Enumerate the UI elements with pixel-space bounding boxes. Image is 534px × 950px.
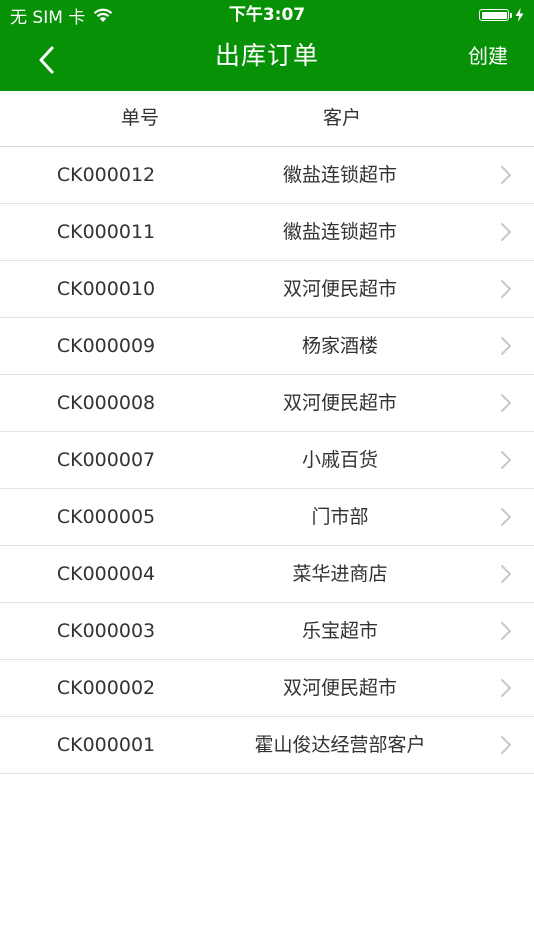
- bolt-icon: [515, 8, 524, 22]
- chevron-right-icon: [501, 166, 511, 184]
- chevron-right-icon: [501, 223, 511, 241]
- table-row[interactable]: CK000003 乐宝超市: [0, 603, 534, 660]
- status-time: 下午3:07: [228, 5, 306, 25]
- order-number: CK000001: [56, 734, 156, 756]
- customer-name: 霍山俊达经营部客户: [254, 734, 426, 756]
- customer-name: 菜华进商店: [292, 563, 388, 585]
- status-bar: 无 SIM 卡 下午3:07: [0, 0, 534, 30]
- customer-name: 徽盐连锁超市: [282, 221, 397, 243]
- table-row[interactable]: CK000002 双河便民超市: [0, 660, 534, 717]
- table-row[interactable]: CK000012 徽盐连锁超市: [0, 147, 534, 204]
- customer-name: 杨家酒楼: [301, 335, 378, 357]
- order-number: CK000007: [56, 449, 156, 471]
- status-right: [479, 7, 524, 23]
- chevron-right-icon: [501, 736, 511, 754]
- chevron-right-icon: [501, 280, 511, 298]
- table-row[interactable]: CK000008 双河便民超市: [0, 375, 534, 432]
- battery-icon: [479, 9, 512, 21]
- order-number: CK000009: [56, 335, 156, 357]
- customer-name: 双河便民超市: [282, 278, 397, 300]
- table-header: 单号 客户: [0, 91, 534, 147]
- chevron-right-icon: [501, 394, 511, 412]
- table-row[interactable]: CK000001 霍山俊达经营部客户: [0, 717, 534, 774]
- battery-fill: [481, 11, 507, 19]
- customer-name: 门市部: [311, 506, 369, 528]
- table-row[interactable]: CK000010 双河便民超市: [0, 261, 534, 318]
- order-number: CK000003: [56, 620, 156, 642]
- order-number: CK000005: [56, 506, 156, 528]
- chevron-right-icon: [501, 337, 511, 355]
- customer-name: 双河便民超市: [282, 677, 397, 699]
- order-number: CK000002: [56, 677, 156, 699]
- chevron-right-icon: [501, 565, 511, 583]
- nav-bar: 出库订单 创建: [0, 30, 534, 91]
- order-number: CK000010: [56, 278, 156, 300]
- order-number: CK000008: [56, 392, 156, 414]
- chevron-right-icon: [501, 679, 511, 697]
- chevron-right-icon: [501, 451, 511, 469]
- table-row[interactable]: CK000005 门市部: [0, 489, 534, 546]
- chevron-right-icon: [501, 622, 511, 640]
- chevron-right-icon: [501, 508, 511, 526]
- customer-name: 徽盐连锁超市: [282, 164, 397, 186]
- table-row[interactable]: CK000004 菜华进商店: [0, 546, 534, 603]
- header-customer: 客户: [322, 107, 361, 129]
- table-row[interactable]: CK000007 小戚百货: [0, 432, 534, 489]
- order-number: CK000004: [56, 563, 156, 585]
- table-row[interactable]: CK000011 徽盐连锁超市: [0, 204, 534, 261]
- order-number: CK000012: [56, 164, 156, 186]
- customer-name: 双河便民超市: [282, 392, 397, 414]
- order-number: CK000011: [56, 221, 156, 243]
- page-title: 出库订单: [214, 41, 319, 70]
- create-button[interactable]: 创建: [468, 30, 508, 82]
- customer-name: 小戚百货: [301, 449, 378, 471]
- customer-name: 乐宝超市: [301, 620, 378, 642]
- table-row[interactable]: CK000009 杨家酒楼: [0, 318, 534, 375]
- order-list: CK000012 徽盐连锁超市 CK000011 徽盐连锁超市 CK000010 双河便民…: [0, 147, 534, 774]
